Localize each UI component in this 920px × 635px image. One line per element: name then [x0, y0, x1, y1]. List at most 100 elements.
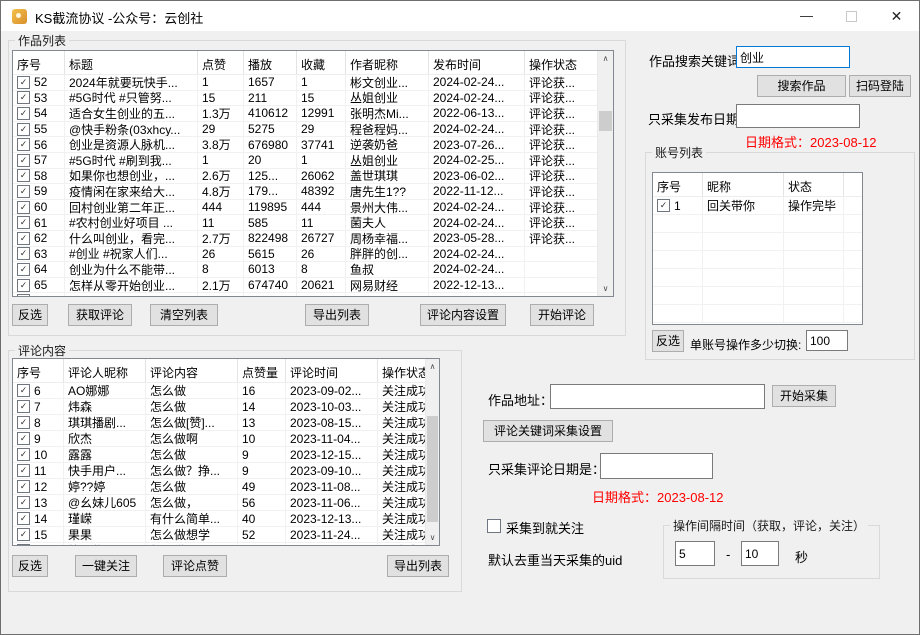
row-checkbox[interactable]: ✓ — [17, 448, 30, 461]
table-row[interactable]: ✓ 54 适合女生创业的五... 1.3万 410612 12991 张明杰Mi... 202… — [13, 106, 613, 122]
start-collect-button[interactable]: 开始采集 — [772, 385, 836, 407]
works-vertical-scrollbar[interactable]: ∧ ∨ — [597, 51, 613, 296]
scroll-up-arrow[interactable]: ∧ — [426, 359, 439, 374]
table-row[interactable]: ✓ 65 怎样从零开始创业... 2.1万 674740 20621 网易财经 2022-12… — [13, 277, 613, 294]
interval-to-input[interactable] — [741, 541, 779, 566]
table-row[interactable]: ✓ 59 疫情闲在家来给大... 4.8万 179... 48392 唐先生1?? 2022-… — [13, 184, 613, 200]
get-comments-button[interactable]: 获取评论 — [68, 304, 132, 326]
table-row[interactable]: ✓ 63 #创业 #祝家人们... 26 5615 26 胖胖的创... 2024-02-24… — [13, 246, 613, 263]
row-checkbox[interactable]: ✓ — [17, 247, 30, 261]
column-header[interactable]: 作者昵称 — [346, 51, 429, 74]
follow-all-button[interactable]: 一键关注 — [75, 555, 137, 577]
row-checkbox[interactable]: ✓ — [657, 199, 670, 212]
table-row[interactable]: ✓16第凡信怎么做842024-01-27...关注成功 — [13, 543, 439, 545]
comments-vertical-scrollbar[interactable]: ∧ ∨ — [425, 359, 439, 545]
publish-date-filter-input[interactable] — [736, 104, 860, 128]
table-row[interactable]: ✓ 58 如果你也想创业，... 2.6万 125... 26062 盖世琪琪 2023-06… — [13, 168, 613, 185]
accounts-invert-button[interactable]: 反选 — [652, 330, 684, 352]
column-header[interactable]: 评论内容 — [146, 359, 238, 382]
table-row[interactable]: ✓ 12 婷??婷 怎么做 49 2023-11-08... 关注成功 — [13, 479, 439, 495]
comments-export-button[interactable]: 导出列表 — [387, 555, 449, 577]
column-header[interactable]: 评论人昵称 — [64, 359, 146, 382]
column-header[interactable]: 序号 — [13, 359, 64, 382]
like-comments-button[interactable]: 评论点赞 — [163, 555, 227, 577]
row-checkbox[interactable]: ✓ — [17, 512, 30, 525]
scrollbar-thumb[interactable] — [427, 416, 438, 522]
table-row[interactable]: ✓ 14 瑾嵘 有什么简单... 40 2023-12-13... 关注成功 — [13, 511, 439, 527]
table-row[interactable]: ✓ 11 快手用户... 怎么做？挣... 9 2023-09-10... 关注成功 — [13, 463, 439, 479]
table-row[interactable]: ✓ 56 创业是资源人脉机... 3.8万 676980 37741 逆袭奶爸 2023-07… — [13, 137, 613, 153]
column-header[interactable]: 评论时间 — [286, 359, 378, 382]
table-row[interactable]: ✓ 55 @快手粉条(03xhcy... 29 5275 29 程爸程妈... 2024-02… — [13, 121, 613, 138]
row-checkbox[interactable]: ✓ — [17, 231, 30, 245]
column-header[interactable]: 点赞 — [198, 51, 244, 74]
account-switch-input[interactable] — [806, 330, 848, 351]
interval-from-input[interactable] — [675, 541, 715, 566]
close-button[interactable]: ✕ — [874, 1, 919, 31]
comment-date-filter-input[interactable] — [600, 453, 713, 479]
column-header[interactable]: 标题 — [65, 51, 198, 74]
table-row[interactable]: ✓ 52 2024年就要玩快手... 1 1657 1 彬文创业... 2024-02-24.… — [13, 75, 613, 91]
column-header[interactable]: 昵称 — [703, 173, 784, 196]
row-checkbox[interactable]: ✓ — [17, 184, 30, 198]
row-checkbox[interactable]: ✓ — [17, 496, 30, 509]
minimize-button[interactable]: — — [784, 1, 829, 31]
table-row[interactable]: ✓ 6 AO娜娜 怎么做 16 2023-09-02... 关注成功 — [13, 383, 439, 399]
row-checkbox[interactable]: ✓ — [17, 75, 30, 89]
column-header[interactable]: 序号 — [653, 173, 703, 196]
table-row[interactable]: ✓ 62 什么叫创业，看完... 2.7万 822498 26727 周杨幸福... 2023… — [13, 230, 613, 247]
column-header[interactable]: 序号 — [13, 51, 65, 74]
search-works-button[interactable]: 搜索作品 — [757, 75, 846, 97]
table-row[interactable]: ✓ 8 琪琪播剧... 怎么做[赞]... 13 2023-08-15... 关注成功 — [13, 415, 439, 431]
table-row[interactable]: ✓ 60 回村创业第二年正... 444 119895 444 景州大伟... 2024-02… — [13, 199, 613, 216]
row-checkbox[interactable]: ✓ — [17, 528, 30, 541]
row-checkbox[interactable]: ✓ — [17, 169, 30, 183]
column-header[interactable]: 播放 — [244, 51, 297, 74]
column-header[interactable]: 发布时间 — [429, 51, 525, 74]
row-checkbox[interactable]: ✓ — [17, 106, 30, 120]
scroll-down-arrow[interactable]: ∨ — [426, 530, 439, 545]
table-row[interactable]: ✓ 9 欣杰 怎么做啊 10 2023-11-04... 关注成功 — [13, 431, 439, 447]
table-row[interactable]: ✓ 53 #5G时代 #只管努... 15 211 15 丛姐创业 2024-02-24...… — [13, 90, 613, 107]
comment-content-settings-button[interactable]: 评论内容设置 — [420, 304, 506, 326]
scrollbar-thumb[interactable] — [599, 111, 612, 131]
row-checkbox[interactable]: ✓ — [17, 416, 30, 429]
row-checkbox[interactable]: ✓ — [17, 262, 30, 276]
column-header[interactable]: 状态 — [784, 173, 844, 196]
column-header[interactable]: 操作状态 — [525, 51, 600, 74]
row-checkbox[interactable]: ✓ — [17, 200, 30, 214]
qr-login-button[interactable]: 扫码登陆 — [849, 75, 911, 97]
follow-on-collect-checkbox[interactable] — [487, 519, 501, 533]
comment-keyword-settings-button[interactable]: 评论关键词采集设置 — [483, 420, 613, 442]
table-row[interactable]: ✓ 13 @幺妹儿605 怎么做， 56 2023-11-06... 关注成功 — [13, 495, 439, 511]
table-row[interactable]: ✓ 1 回关带你 操作完毕 — [653, 197, 862, 215]
clear-list-button[interactable]: 清空列表 — [150, 304, 218, 326]
row-checkbox[interactable]: ✓ — [17, 278, 30, 292]
row-checkbox[interactable]: ✓ — [17, 138, 30, 152]
row-checkbox[interactable]: ✓ — [17, 544, 30, 545]
row-checkbox[interactable]: ✓ — [17, 480, 30, 493]
column-header[interactable]: 收藏 — [297, 51, 346, 74]
table-row[interactable]: ✓ 64 创业为什么不能带... 8 6013 8 鱼叔 2024-02-24... — [13, 262, 613, 278]
row-checkbox[interactable]: ✓ — [17, 400, 30, 413]
scroll-up-arrow[interactable]: ∧ — [598, 51, 613, 66]
row-checkbox[interactable]: ✓ — [17, 122, 30, 136]
column-header[interactable]: 点赞量 — [238, 359, 286, 382]
table-row[interactable]: ✓ — [13, 293, 613, 296]
row-checkbox[interactable]: ✓ — [17, 432, 30, 445]
column-header[interactable] — [844, 173, 862, 196]
scroll-down-arrow[interactable]: ∨ — [598, 281, 613, 296]
column-header[interactable]: 操作状态 — [378, 359, 428, 382]
table-row[interactable]: ✓ 57 #5G时代 #刷到我... 1 20 1 丛姐创业 2024-02-25... 评论获… — [13, 152, 613, 169]
table-row[interactable]: ✓ 10 露露 怎么做 9 2023-12-15... 关注成功 — [13, 447, 439, 463]
search-keyword-input[interactable] — [736, 46, 850, 68]
work-url-input[interactable] — [550, 384, 765, 409]
row-checkbox[interactable]: ✓ — [17, 91, 30, 105]
comments-invert-button[interactable]: 反选 — [12, 555, 48, 577]
works-export-button[interactable]: 导出列表 — [305, 304, 369, 326]
row-checkbox[interactable]: ✓ — [17, 294, 30, 296]
row-checkbox[interactable]: ✓ — [17, 384, 30, 397]
row-checkbox[interactable]: ✓ — [17, 216, 30, 230]
row-checkbox[interactable]: ✓ — [17, 153, 30, 167]
table-row[interactable]: ✓ 61 #农村创业好项目 ... 11 585 11 菌夫人 2024-02-24... 评论… — [13, 215, 613, 231]
